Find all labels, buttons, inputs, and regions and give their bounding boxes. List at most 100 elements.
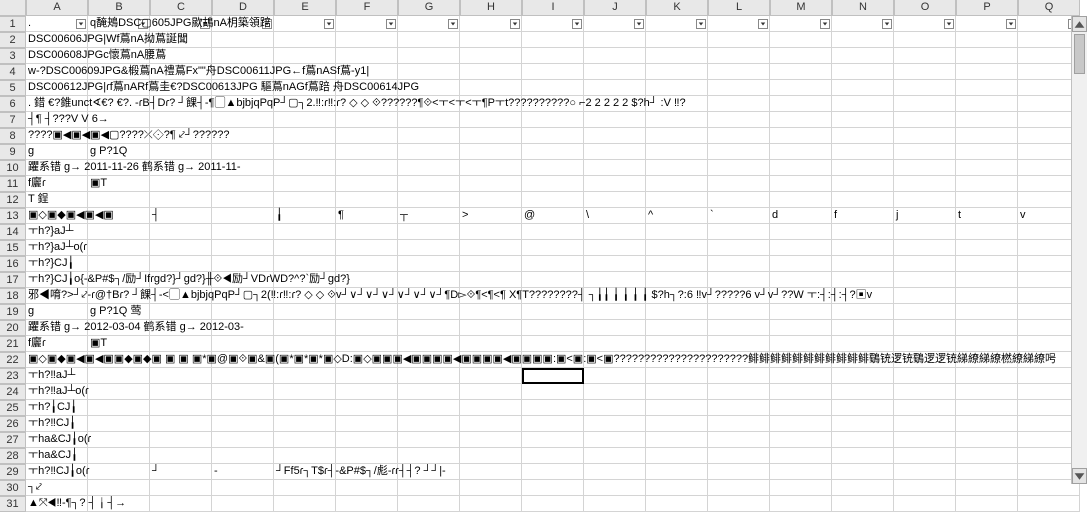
cell-L21[interactable] [708, 336, 770, 352]
cell-K16[interactable] [646, 256, 708, 272]
cell-H16[interactable] [460, 256, 522, 272]
cell-E13[interactable]: ╽ [274, 208, 336, 224]
filter-dropdown-icon[interactable] [572, 19, 582, 29]
cell-I13[interactable]: @ [522, 208, 584, 224]
cell-C19[interactable] [150, 304, 212, 320]
column-header-I[interactable]: I [522, 0, 584, 16]
cell-E7[interactable] [274, 112, 336, 128]
cell-B1[interactable]: q馣鴂DSC▢605JPG歞鴣nA枂築領踣 [88, 16, 150, 32]
cell-N13[interactable]: f [832, 208, 894, 224]
cell-F12[interactable] [336, 192, 398, 208]
filter-dropdown-icon[interactable] [324, 19, 334, 29]
cell-M29[interactable] [770, 464, 832, 480]
cell-D23[interactable] [212, 368, 274, 384]
cell-H2[interactable] [460, 32, 522, 48]
cell-K14[interactable] [646, 224, 708, 240]
cell-M2[interactable] [770, 32, 832, 48]
cell-K30[interactable] [646, 480, 708, 496]
cell-P12[interactable] [956, 192, 1018, 208]
cell-N29[interactable] [832, 464, 894, 480]
cell-G26[interactable] [398, 416, 460, 432]
cell-E11[interactable] [274, 176, 336, 192]
row-header-13[interactable]: 13 [0, 208, 26, 224]
cell-A5[interactable]: DSC00612JPG|ɾf蔦nARf蔦圭€?DSC00613JPG 驅蔦nAG… [26, 80, 88, 96]
cell-D9[interactable] [212, 144, 274, 160]
cell-M10[interactable] [770, 160, 832, 176]
row-header-27[interactable]: 27 [0, 432, 26, 448]
vertical-scrollbar[interactable] [1071, 16, 1087, 484]
cell-I12[interactable] [522, 192, 584, 208]
row-header-5[interactable]: 5 [0, 80, 26, 96]
cell-L27[interactable] [708, 432, 770, 448]
filter-dropdown-icon[interactable] [448, 19, 458, 29]
column-header-N[interactable]: N [832, 0, 894, 16]
cell-G3[interactable] [398, 48, 460, 64]
cell-J27[interactable] [584, 432, 646, 448]
cell-N16[interactable] [832, 256, 894, 272]
cell-M1[interactable] [770, 16, 832, 32]
cell-K15[interactable] [646, 240, 708, 256]
cell-P30[interactable] [956, 480, 1018, 496]
column-header-G[interactable]: G [398, 0, 460, 16]
cell-D27[interactable] [212, 432, 274, 448]
cell-J24[interactable] [584, 384, 646, 400]
cell-J23[interactable] [584, 368, 646, 384]
select-all-corner[interactable] [0, 0, 26, 16]
cell-C13[interactable]: ┤ [150, 208, 212, 224]
cell-H23[interactable] [460, 368, 522, 384]
cell-P8[interactable] [956, 128, 1018, 144]
cell-A23[interactable]: ㅜh?‼aJ┴ [26, 368, 88, 384]
cell-N26[interactable] [832, 416, 894, 432]
cell-E28[interactable] [274, 448, 336, 464]
cell-G27[interactable] [398, 432, 460, 448]
cell-A24[interactable]: ㅜh?‼aJ┴o(ɾ [26, 384, 88, 400]
column-header-B[interactable]: B [88, 0, 150, 16]
column-header-C[interactable]: C [150, 0, 212, 16]
column-header-M[interactable]: M [770, 0, 832, 16]
cell-N7[interactable] [832, 112, 894, 128]
cell-O18[interactable] [894, 288, 956, 304]
cell-H9[interactable] [460, 144, 522, 160]
cell-E26[interactable] [274, 416, 336, 432]
cell-C9[interactable] [150, 144, 212, 160]
cell-I3[interactable] [522, 48, 584, 64]
cell-P10[interactable] [956, 160, 1018, 176]
cell-K17[interactable] [646, 272, 708, 288]
cell-P4[interactable] [956, 64, 1018, 80]
row-header-10[interactable]: 10 [0, 160, 26, 176]
cell-K21[interactable] [646, 336, 708, 352]
cell-F15[interactable] [336, 240, 398, 256]
cell-O25[interactable] [894, 400, 956, 416]
cell-P7[interactable] [956, 112, 1018, 128]
cell-P6[interactable] [956, 96, 1018, 112]
row-header-30[interactable]: 30 [0, 480, 26, 496]
filter-dropdown-icon[interactable] [1006, 19, 1016, 29]
cell-G17[interactable] [398, 272, 460, 288]
cell-B19[interactable]: g P?1Q 莺 [88, 304, 150, 320]
cell-L4[interactable] [708, 64, 770, 80]
cell-G21[interactable] [398, 336, 460, 352]
cell-O7[interactable] [894, 112, 956, 128]
cell-M30[interactable] [770, 480, 832, 496]
cell-E8[interactable] [274, 128, 336, 144]
scroll-up-icon[interactable] [1072, 16, 1087, 32]
cell-H28[interactable] [460, 448, 522, 464]
cell-G1[interactable] [398, 16, 460, 32]
cell-B15[interactable] [88, 240, 150, 256]
cell-G23[interactable] [398, 368, 460, 384]
cell-K1[interactable] [646, 16, 708, 32]
cell-P20[interactable] [956, 320, 1018, 336]
cell-O10[interactable] [894, 160, 956, 176]
cell-N27[interactable] [832, 432, 894, 448]
cell-M31[interactable] [770, 496, 832, 512]
cell-E2[interactable] [274, 32, 336, 48]
cell-A29[interactable]: ㅜh?‼CJ╽o(ɾ [26, 464, 88, 480]
cell-A27[interactable]: ㅜha&CJ╽o(ɾ [26, 432, 88, 448]
cell-M27[interactable] [770, 432, 832, 448]
cell-K12[interactable] [646, 192, 708, 208]
cell-B11[interactable]: ▣T [88, 176, 150, 192]
cell-J1[interactable] [584, 16, 646, 32]
cell-D31[interactable] [212, 496, 274, 512]
cell-H4[interactable] [460, 64, 522, 80]
cell-F27[interactable] [336, 432, 398, 448]
